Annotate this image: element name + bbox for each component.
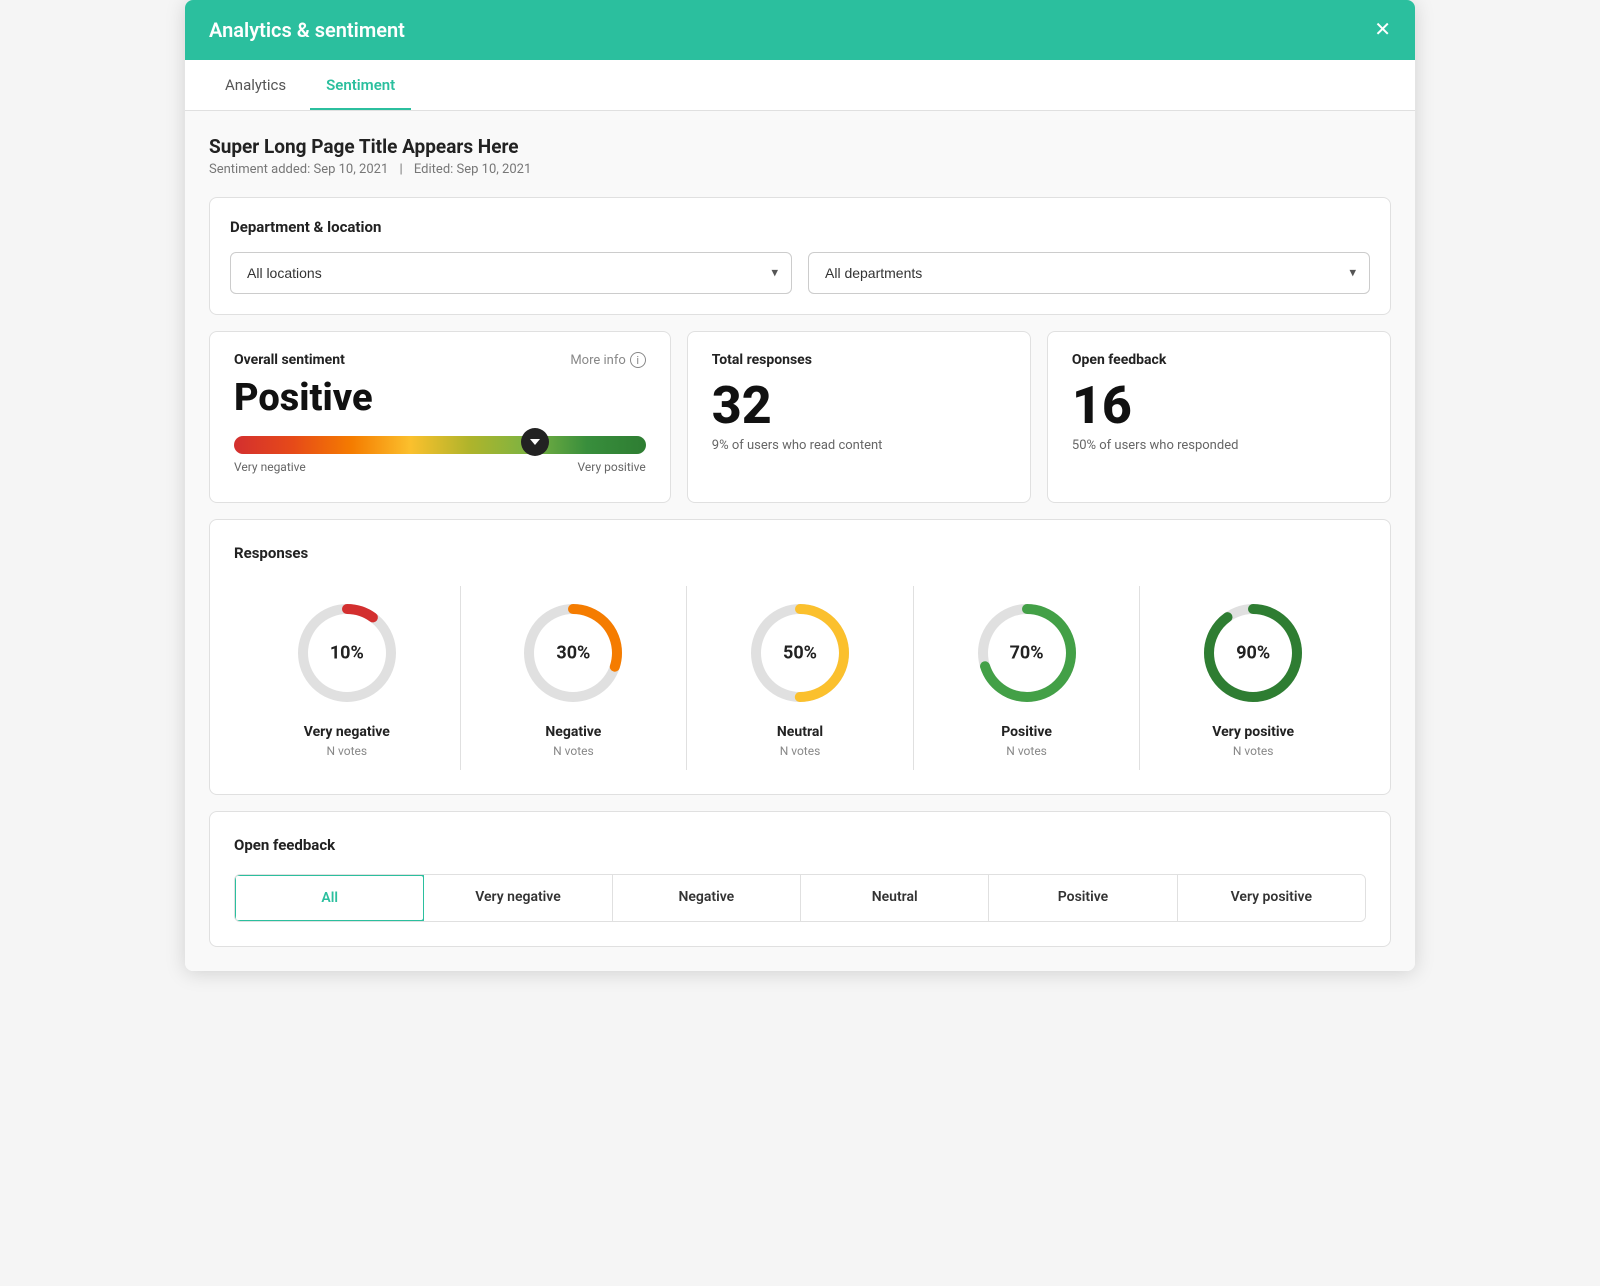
department-select-wrapper: All departments Engineering Marketing Sa…: [808, 252, 1370, 294]
donut-label: Neutral: [777, 724, 823, 740]
meta-edited: Edited: Sep 10, 2021: [414, 162, 531, 177]
location-select[interactable]: All locations New York London Sydney: [230, 252, 792, 294]
feedback-tab-all[interactable]: All: [234, 874, 425, 922]
content-area: Super Long Page Title Appears Here Senti…: [185, 111, 1415, 971]
gradient-bar: [234, 436, 646, 454]
meta-sentiment: Sentiment added: Sep 10, 2021: [209, 162, 388, 177]
feedback-tab-negative[interactable]: Negative: [613, 875, 801, 921]
feedback-tab-very-negative[interactable]: Very negative: [424, 875, 612, 921]
bar-label-left: Very negative: [234, 460, 306, 474]
total-responses-value: 32: [712, 380, 1006, 432]
donut-row: 10% Very negative N votes 30% Negative N…: [234, 586, 1366, 770]
donut-item: 70% Positive N votes: [914, 586, 1141, 770]
bar-labels: Very negative Very positive: [234, 460, 646, 474]
open-feedback-metric-title: Open feedback: [1072, 352, 1366, 368]
total-responses-sub: 9% of users who read content: [712, 438, 1006, 453]
feedback-tabs: AllVery negativeNegativeNeutralPositiveV…: [234, 874, 1366, 922]
page-title-section: Super Long Page Title Appears Here Senti…: [209, 135, 1391, 177]
donut-wrapper: 30%: [518, 598, 628, 708]
donut-percent: 70%: [1010, 643, 1044, 664]
feedback-tab-neutral[interactable]: Neutral: [801, 875, 989, 921]
feedback-tab-very-positive[interactable]: Very positive: [1178, 875, 1365, 921]
header-title: Analytics & sentiment: [209, 18, 405, 42]
donut-percent: 50%: [783, 643, 817, 664]
donut-percent: 30%: [556, 643, 590, 664]
app-container: Analytics & sentiment ✕ Analytics Sentim…: [185, 0, 1415, 971]
donut-item: 30% Negative N votes: [461, 586, 688, 770]
donut-votes: N votes: [327, 744, 368, 758]
location-select-wrapper: All locations New York London Sydney ▾: [230, 252, 792, 294]
tab-sentiment[interactable]: Sentiment: [310, 60, 411, 110]
donut-votes: N votes: [1233, 744, 1274, 758]
donut-label: Very negative: [304, 724, 390, 740]
department-select[interactable]: All departments Engineering Marketing Sa…: [808, 252, 1370, 294]
donut-votes: N votes: [780, 744, 821, 758]
open-feedback-card: Open feedback 16 50% of users who respon…: [1047, 331, 1391, 503]
donut-label: Very positive: [1212, 724, 1294, 740]
feedback-section-title: Open feedback: [234, 836, 1366, 854]
metrics-row: Overall sentiment More info i Positive: [209, 331, 1391, 503]
donut-wrapper: 10%: [292, 598, 402, 708]
meta-sep: |: [399, 162, 402, 177]
donut-wrapper: 90%: [1198, 598, 1308, 708]
close-button[interactable]: ✕: [1374, 20, 1391, 40]
bar-label-right: Very positive: [578, 460, 646, 474]
sentiment-value: Positive: [234, 376, 646, 420]
donut-percent: 10%: [330, 643, 364, 664]
donut-label: Positive: [1001, 724, 1052, 740]
open-feedback-sub: 50% of users who responded: [1072, 438, 1366, 453]
donut-votes: N votes: [1006, 744, 1047, 758]
open-feedback-value: 16: [1072, 380, 1366, 432]
tab-analytics[interactable]: Analytics: [209, 60, 302, 110]
donut-label: Negative: [545, 724, 601, 740]
overall-sentiment-card: Overall sentiment More info i Positive: [209, 331, 671, 503]
bar-indicator: [521, 428, 549, 456]
more-info-text: More info: [570, 353, 625, 368]
sentiment-card-header: Overall sentiment More info i: [234, 352, 646, 368]
feedback-tab-positive[interactable]: Positive: [989, 875, 1177, 921]
header: Analytics & sentiment ✕: [185, 0, 1415, 60]
donut-votes: N votes: [553, 744, 594, 758]
responses-card: Responses 10% Very negative N votes 30% …: [209, 519, 1391, 795]
info-icon: i: [630, 352, 646, 368]
page-meta: Sentiment added: Sep 10, 2021 | Edited: …: [209, 162, 1391, 177]
tabs-bar: Analytics Sentiment: [185, 60, 1415, 111]
responses-title: Responses: [234, 544, 1366, 562]
total-responses-title: Total responses: [712, 352, 1006, 368]
feedback-section-card: Open feedback AllVery negativeNegativeNe…: [209, 811, 1391, 947]
donut-item: 10% Very negative N votes: [234, 586, 461, 770]
overall-sentiment-label: Overall sentiment: [234, 352, 345, 368]
filter-title: Department & location: [230, 218, 1370, 236]
donut-wrapper: 50%: [745, 598, 855, 708]
donut-percent: 90%: [1236, 643, 1270, 664]
filter-row: All locations New York London Sydney ▾ A…: [230, 252, 1370, 294]
donut-item: 90% Very positive N votes: [1140, 586, 1366, 770]
donut-wrapper: 70%: [972, 598, 1082, 708]
donut-item: 50% Neutral N votes: [687, 586, 914, 770]
more-info-button[interactable]: More info i: [570, 352, 645, 368]
gradient-bar-container: Very negative Very positive: [234, 436, 646, 474]
total-responses-card: Total responses 32 9% of users who read …: [687, 331, 1031, 503]
page-title: Super Long Page Title Appears Here: [209, 135, 1391, 158]
filter-card: Department & location All locations New …: [209, 197, 1391, 315]
